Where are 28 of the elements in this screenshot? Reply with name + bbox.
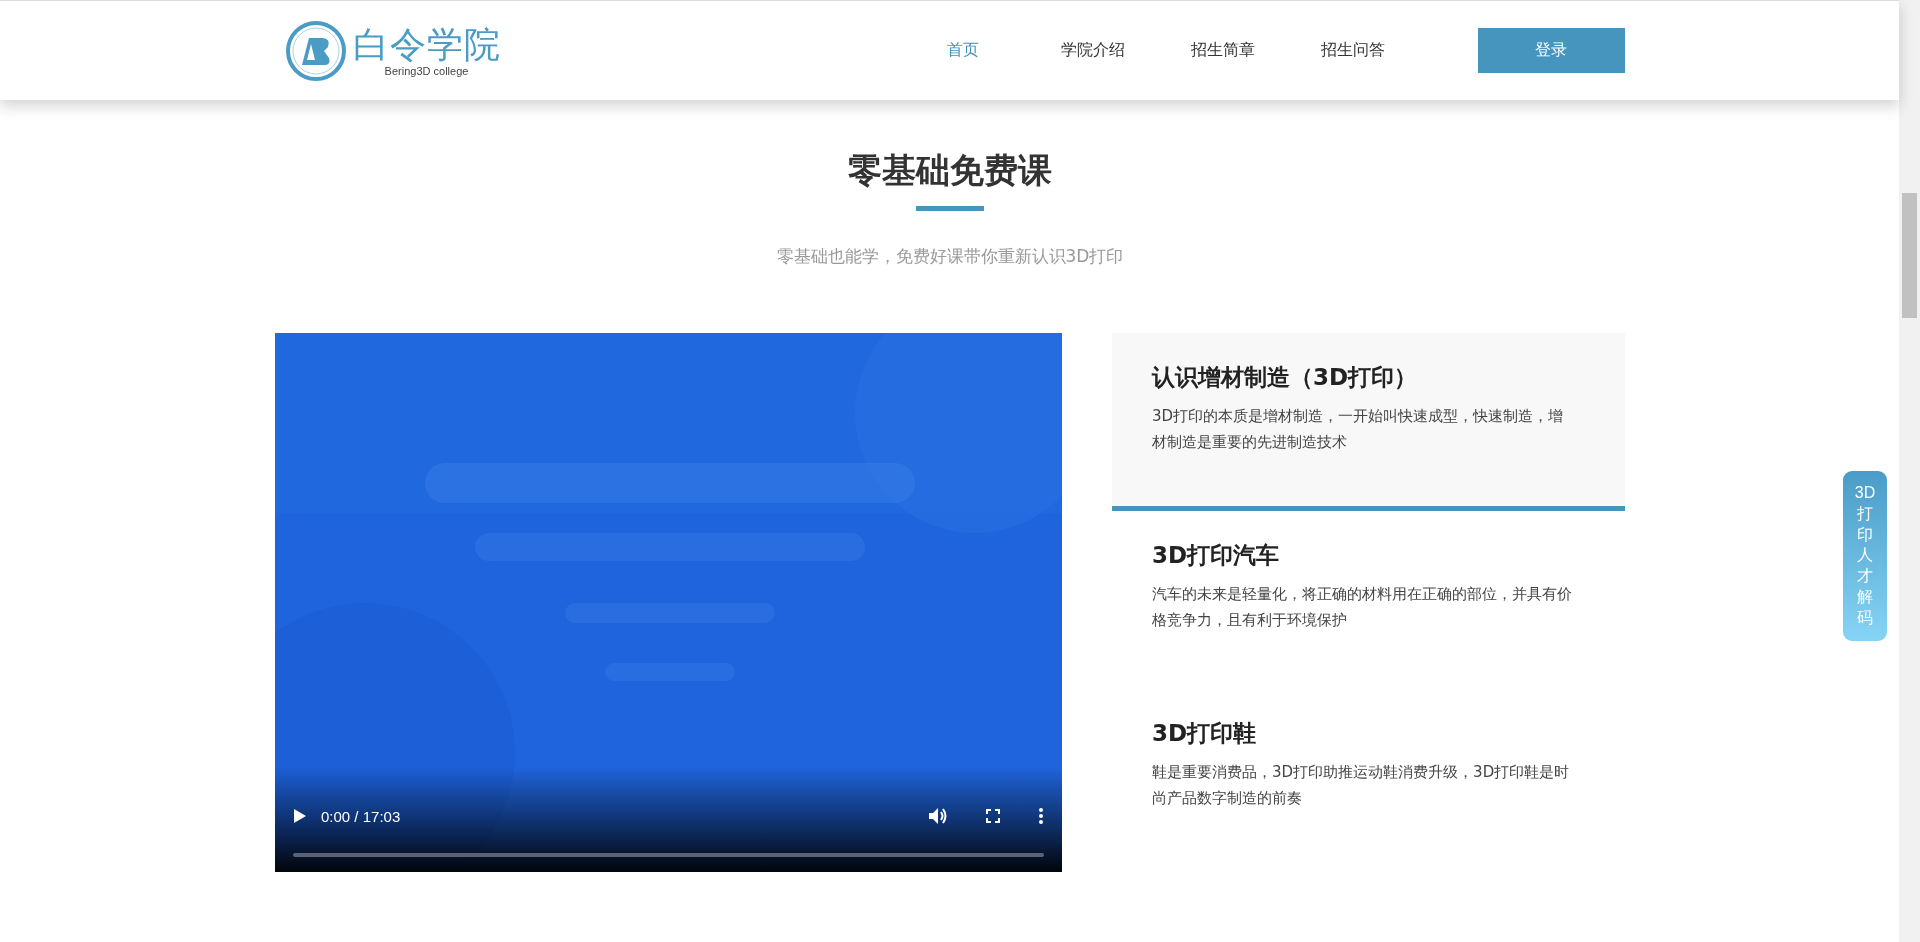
video-time: 0:00 / 17:03 bbox=[321, 807, 401, 825]
logo-tagline: Bering3D college bbox=[384, 64, 469, 77]
course-title: 3D打印汽车 bbox=[1152, 541, 1281, 570]
logo-name: 白令学院 bbox=[352, 24, 501, 65]
volume-icon[interactable] bbox=[928, 807, 948, 825]
course-item[interactable]: 3D打印汽车 汽车的未来是轻量化，将正确的材料用在正确的部位，并具有价格竞争力，且有利于环境保护 bbox=[1112, 511, 1625, 689]
title-underline bbox=[916, 206, 984, 211]
scrollbar[interactable] bbox=[1899, 0, 1920, 942]
nav-link[interactable]: 招生问答 bbox=[1287, 40, 1418, 61]
nav-link[interactable]: 招生简章 bbox=[1157, 40, 1288, 61]
course-title: 3D打印鞋 bbox=[1152, 719, 1258, 748]
more-icon[interactable] bbox=[1038, 808, 1044, 824]
course-description: 汽车的未来是轻量化，将正确的材料用在正确的部位，并具有价格竞争力，且有利于环境保护 bbox=[1152, 584, 1572, 631]
course-description: 鞋是重要消费品，3D打印助推运动鞋消费升级，3D打印鞋是时尚产品数字制造的前奏 bbox=[1152, 762, 1571, 809]
course-title: 认识增材制造（3D打印） bbox=[1152, 363, 1419, 392]
progress-track[interactable] bbox=[293, 853, 1044, 857]
logo-icon bbox=[284, 19, 347, 82]
section-title: 零基础免费课 bbox=[848, 149, 1052, 192]
nav-link[interactable]: 学院介绍 bbox=[1027, 40, 1158, 61]
course-item[interactable]: 认识增材制造（3D打印） 3D打印的本质是增材制造，一开始叫快速成型，快速制造，增材制造是重要的先进制造技术 bbox=[1112, 333, 1625, 511]
scrollbar-thumb[interactable] bbox=[1902, 193, 1917, 318]
course-item[interactable]: 3D打印鞋 鞋是重要消费品，3D打印助推运动鞋消费升级，3D打印鞋是时尚产品数字制造的前奏 bbox=[1112, 689, 1625, 867]
fullscreen-icon[interactable] bbox=[986, 809, 1000, 823]
nav-link[interactable]: 首页 bbox=[897, 40, 1028, 61]
play-icon[interactable] bbox=[293, 808, 307, 824]
course-description: 3D打印的本质是增材制造，一开始叫快速成型，快速制造，增材制造是重要的先进制造技术 bbox=[1152, 406, 1565, 453]
video-player[interactable]: 0:00 / 17:03 bbox=[275, 333, 1062, 872]
section-subtitle: 零基础也能学，免费好课带你重新认识3D打印 bbox=[776, 245, 1124, 268]
